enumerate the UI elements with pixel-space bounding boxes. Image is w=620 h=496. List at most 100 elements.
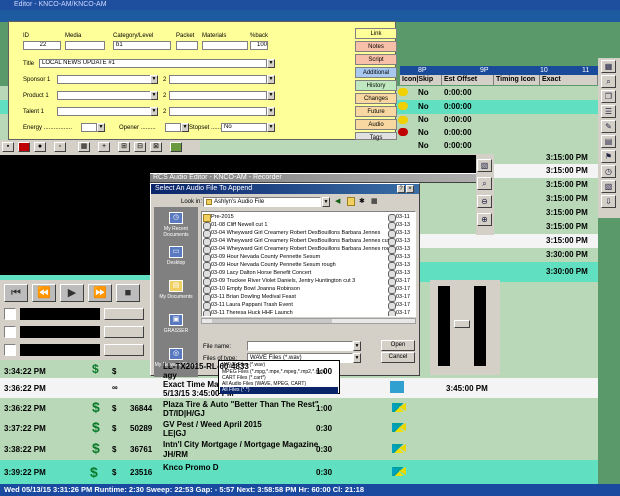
talent1-field[interactable] [57, 107, 151, 116]
back-icon[interactable]: ◀ [335, 197, 343, 206]
column-icon-skip[interactable]: Icon|Skip [400, 75, 442, 85]
dialog-help-icon[interactable]: ? [397, 185, 405, 193]
product2-dropdown-icon[interactable]: ▼ [267, 91, 275, 100]
column-timing-icon[interactable]: Timing Icon [494, 75, 540, 85]
open-button[interactable]: Open [381, 340, 415, 351]
list-item[interactable]: 03-13 [387, 253, 410, 262]
place-documents[interactable]: ▤ My Documents [154, 277, 198, 309]
toolbar-note-icon[interactable]: ▧ [601, 180, 616, 193]
set-length-button[interactable] [104, 344, 144, 356]
set-end-button[interactable] [104, 326, 144, 338]
list-item[interactable]: 03-04 Wheyward Girl Creamery Robert DesB… [202, 229, 380, 238]
place-recent[interactable]: ◷ My Recent Documents [154, 209, 198, 241]
toolbar-grid-icon[interactable]: ▦ [601, 60, 616, 73]
file-name-input[interactable] [247, 341, 353, 351]
toolbar-copy-icon[interactable]: ❐ [601, 90, 616, 103]
list-item[interactable]: 03-17 [387, 293, 410, 302]
tab-link[interactable]: Link [355, 28, 397, 39]
list-item[interactable]: 03-11 Theresa Huck HHF Launch [202, 309, 293, 316]
up-folder-icon[interactable] [347, 197, 355, 206]
waveform-area[interactable] [0, 155, 150, 275]
zoom-fit-icon[interactable]: ⊕ [477, 213, 492, 226]
list-item[interactable]: 03-13 [387, 261, 410, 270]
tab-script[interactable]: Script [355, 54, 397, 65]
media-field[interactable] [65, 41, 105, 50]
list-item[interactable]: 03-13 [387, 269, 410, 278]
split-icon[interactable]: ⊟ [134, 142, 146, 152]
column-est-offset[interactable]: Est Offset [442, 75, 494, 85]
materials-field[interactable] [202, 41, 248, 50]
record-icon[interactable] [18, 142, 30, 152]
mix-icon[interactable]: ⊞ [118, 142, 130, 152]
back-field[interactable]: 100 [250, 41, 268, 50]
table-row[interactable]: 3:37:22 PM $ $ 50289 GV Pest / Weed Apri… [0, 418, 598, 438]
opener-field[interactable] [165, 123, 181, 132]
battery-icon[interactable] [170, 142, 182, 152]
list-item[interactable]: 03-09 Lacy Dalton Horse Benefit Concert [202, 269, 311, 278]
table-row[interactable]: 3:36:22 PM $ $ 36844 Plaza Tire & Auto "… [0, 398, 598, 418]
scrollbar-thumb[interactable] [212, 319, 332, 323]
tab-future[interactable]: Future [355, 106, 397, 117]
list-item[interactable]: 03-13 [387, 245, 410, 254]
list-item[interactable]: 03-17 [387, 277, 410, 286]
list-item[interactable]: Pre-2015 [202, 213, 234, 222]
rewind-icon[interactable]: ⏪ [32, 284, 56, 302]
list-item[interactable]: 03-17 [387, 285, 410, 294]
group-icon[interactable]: ● [34, 142, 46, 152]
list-item[interactable]: 03-04 Wheyward Girl Creamery Robert DesB… [202, 245, 396, 254]
id-field[interactable]: 22 [23, 41, 61, 50]
note-icon[interactable]: ▧ [477, 159, 492, 172]
grid-icon[interactable]: ▦ [78, 142, 90, 152]
packet-field[interactable] [176, 41, 198, 50]
file-type-option-selected[interactable]: All Files (*.*) [220, 387, 338, 394]
stop-icon[interactable]: ■ [116, 284, 140, 302]
set-start-button[interactable] [104, 308, 144, 320]
tab-additional[interactable]: Additional [355, 67, 397, 78]
tab-notes[interactable]: Notes [355, 41, 397, 52]
talent2-dropdown-icon[interactable]: ▼ [267, 107, 275, 116]
toolbar-edit-icon[interactable]: ✎ [601, 120, 616, 133]
list-item[interactable]: 03-13 [387, 221, 410, 230]
list-item[interactable]: 03-09 Truckee River Violet Daniels, Jent… [202, 277, 355, 286]
table-row[interactable]: 3:39:22 PM $ $ 23516 Knco Promo D 0:30 [0, 460, 598, 484]
marker-check-3[interactable] [4, 344, 16, 356]
opener-dropdown-icon[interactable]: ▼ [181, 123, 189, 132]
toolbar-calendar-icon[interactable]: ▤ [601, 135, 616, 148]
file-list[interactable]: Pre-2015 01-08 Cliff Newell cut 1 03-04 … [201, 211, 416, 317]
talent2-field[interactable] [169, 107, 267, 116]
list-item[interactable]: 03-11 Laura Pappani Trash Event [202, 301, 293, 310]
list-item[interactable]: 03-10 Empty Bowl Joanna Robinson [202, 285, 300, 294]
merge-icon[interactable]: ⊠ [150, 142, 162, 152]
play-icon[interactable]: ▶ [60, 284, 84, 302]
list-item[interactable]: 03-13 [387, 229, 410, 238]
list-item[interactable]: 03-09 Hour Nevada County Pennette Sesum … [202, 261, 336, 270]
tab-tags[interactable]: Tags [355, 132, 397, 141]
cancel-button[interactable]: Cancel [381, 352, 415, 363]
title-field[interactable]: LOCAL NEWS UPDATE #1 [39, 59, 267, 68]
list-item[interactable]: 03-04 Wheyward Girl Creamery Robert DesB… [202, 237, 395, 246]
toolbar-search-icon[interactable]: ⌕ [601, 75, 616, 88]
toolbar-flag-icon[interactable]: ⚑ [601, 150, 616, 163]
sponsor1-field[interactable] [57, 75, 151, 84]
list-item[interactable]: 01-08 Cliff Newell cut 1 [202, 221, 267, 230]
level-slider-handle[interactable] [454, 320, 470, 328]
tab-audio[interactable]: Audio [355, 119, 397, 130]
tab-changes[interactable]: Changes [355, 93, 397, 104]
rewind-start-icon[interactable]: ⏮ [4, 284, 28, 302]
horizontal-scrollbar[interactable] [201, 318, 416, 324]
category-field[interactable]: b1 [113, 41, 171, 50]
sponsor2-dropdown-icon[interactable]: ▼ [267, 75, 275, 84]
talent1-dropdown-icon[interactable]: ▼ [150, 107, 158, 116]
table-row[interactable]: 3:38:22 PM $ $ 36761 Intn'l City Mortgag… [0, 438, 598, 460]
list-item[interactable]: 03-11 [387, 213, 410, 222]
list-item[interactable]: 03-09 Hour Nevada County Pennette Sesum [202, 253, 320, 262]
title-dropdown-icon[interactable]: ▼ [267, 59, 275, 68]
fast-forward-icon[interactable]: ⏩ [88, 284, 112, 302]
save-icon[interactable]: ▪ [2, 142, 14, 152]
sponsor2-field[interactable] [169, 75, 267, 84]
toolbar-list-icon[interactable]: ☰ [601, 105, 616, 118]
list-item[interactable]: 03-17 [387, 301, 410, 310]
stopset-field[interactable]: No [221, 123, 267, 132]
list-item[interactable]: 03-17 [387, 309, 410, 316]
marker-check-2[interactable] [4, 326, 16, 338]
